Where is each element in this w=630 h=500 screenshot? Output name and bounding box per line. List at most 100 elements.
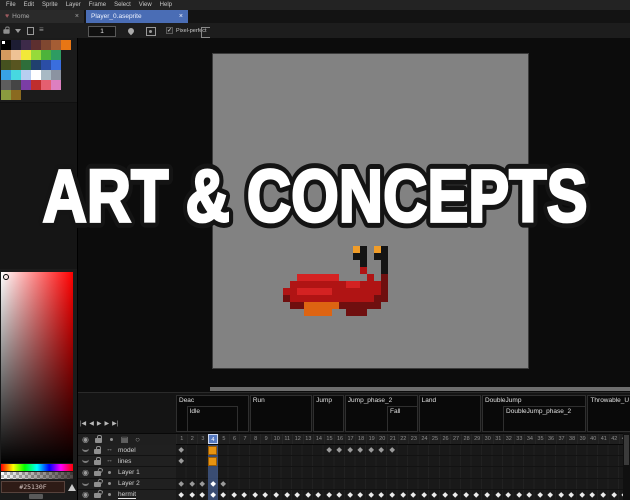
continuous-column-icon[interactable] <box>106 435 117 445</box>
keyframe-dot[interactable] <box>378 447 385 454</box>
palette-swatch[interactable] <box>31 60 41 70</box>
animation-tag-run[interactable]: Run <box>249 395 313 432</box>
menu-item-edit[interactable]: Edit <box>20 0 38 10</box>
frame-number[interactable]: 21 <box>387 434 398 444</box>
timeline-vertical-scrollbar[interactable] <box>623 433 630 500</box>
palette-swatch[interactable] <box>11 60 21 70</box>
palette-swatch[interactable] <box>51 60 61 70</box>
canvas-horizontal-scrollbar[interactable] <box>210 387 630 391</box>
palette-swatch[interactable] <box>1 70 11 80</box>
palette-swatch[interactable] <box>21 60 31 70</box>
palette-swatch[interactable] <box>51 50 61 60</box>
keyframe-dot[interactable] <box>304 491 311 499</box>
color-picker-gradient[interactable] <box>1 272 73 463</box>
palette-swatch[interactable] <box>1 80 11 90</box>
layer-row-model[interactable]: ↔ model <box>78 445 630 457</box>
frame-number[interactable]: 14 <box>313 434 324 444</box>
frame-number[interactable]: 12 <box>292 434 303 444</box>
frame-number[interactable]: 4 <box>207 434 219 444</box>
layer-lock-toggle[interactable] <box>92 467 103 477</box>
frame-number[interactable]: 33 <box>513 434 525 444</box>
palette-swatch[interactable] <box>51 70 61 80</box>
animation-tag-jump[interactable]: Jump <box>313 395 344 432</box>
tab-home[interactable]: ♥ Home × <box>0 10 84 23</box>
ink-value-input[interactable] <box>88 25 116 37</box>
animation-tag-doublejump_phase_2[interactable]: DoubleJump_phase_2 <box>503 406 587 432</box>
frame-number[interactable]: 8 <box>249 434 261 444</box>
frame-number[interactable]: 23 <box>408 434 419 444</box>
animation-tag-throwable_u[interactable]: Throwable_U <box>587 395 630 432</box>
keyframe-dot[interactable] <box>273 491 280 499</box>
keyframe-dot[interactable] <box>441 491 449 499</box>
skip-first-button[interactable]: |◀ <box>80 420 86 428</box>
symmetry-icon[interactable] <box>201 27 210 38</box>
frame-number[interactable]: 27 <box>450 434 461 444</box>
tab-player-close-icon[interactable]: × <box>179 13 183 20</box>
keyframe-dot[interactable] <box>230 491 238 499</box>
keyframe-dot[interactable] <box>452 491 459 499</box>
frame-number[interactable]: 16 <box>334 434 345 444</box>
frame-cells[interactable] <box>176 467 630 479</box>
keyframe-dot[interactable] <box>536 491 543 499</box>
keyframe-dot[interactable] <box>610 491 617 499</box>
tab-home-close-icon[interactable]: × <box>75 13 79 20</box>
ink-drop-icon[interactable] <box>126 26 136 36</box>
hue-slider[interactable] <box>1 464 73 471</box>
palette-sort-icon[interactable] <box>15 29 21 33</box>
lock-column-icon[interactable] <box>93 435 104 445</box>
frame-cells[interactable] <box>176 456 630 468</box>
palette-swatch[interactable] <box>21 40 31 50</box>
keyframe-dot[interactable] <box>346 491 354 499</box>
onion-skin-icon[interactable]: ○ <box>132 435 143 445</box>
next-frame-button[interactable]: ▶ <box>104 420 109 428</box>
layer-link-toggle[interactable]: ↔ <box>104 456 115 466</box>
palette-swatch[interactable] <box>31 50 41 60</box>
keyframe-dot[interactable] <box>336 491 343 499</box>
palette-swatch[interactable] <box>1 60 11 70</box>
scrollbar-thumb[interactable] <box>624 435 629 465</box>
frame-number[interactable]: 1 <box>176 434 187 444</box>
layer-continuous-toggle[interactable] <box>104 490 115 500</box>
keyframe-dot[interactable] <box>220 480 227 487</box>
frame-number[interactable]: 35 <box>534 434 546 444</box>
frame-number[interactable]: 39 <box>576 434 588 444</box>
keyframe-cell-active[interactable] <box>207 456 218 467</box>
alpha-slider[interactable] <box>1 472 73 479</box>
layer-visibility-toggle[interactable] <box>80 445 91 455</box>
frame-number[interactable]: 41 <box>598 434 609 444</box>
palette-swatch[interactable] <box>31 80 41 90</box>
palette-swatch[interactable] <box>41 40 51 50</box>
keyframe-dot[interactable] <box>367 447 375 454</box>
layer-lock-toggle[interactable] <box>92 479 103 489</box>
palette-swatch[interactable] <box>21 50 31 60</box>
frame-number[interactable]: 18 <box>355 434 366 444</box>
frame-number[interactable]: 10 <box>270 434 282 444</box>
palette-swatch[interactable] <box>11 70 21 80</box>
palette-presets-icon[interactable] <box>27 27 34 35</box>
keyframe-dot[interactable] <box>188 480 195 487</box>
palette-swatch[interactable] <box>31 70 41 80</box>
keyframe-dot[interactable] <box>346 447 354 454</box>
layers-menu-icon[interactable]: ▤ <box>119 435 130 445</box>
frame-number[interactable]: 34 <box>524 434 535 444</box>
keyframe-dot[interactable] <box>547 491 554 499</box>
keyframe-dot[interactable] <box>389 447 396 454</box>
frame-number[interactable]: 6 <box>228 434 240 444</box>
keyframe-dot[interactable] <box>325 491 332 499</box>
keyframe-dot[interactable] <box>336 447 343 454</box>
keyframe-dot[interactable] <box>199 480 206 487</box>
frame-number[interactable]: 38 <box>566 434 577 444</box>
menu-item-layer[interactable]: Layer <box>62 0 85 10</box>
palette-swatch[interactable] <box>61 40 71 50</box>
layer-continuous-toggle[interactable] <box>104 479 115 489</box>
menu-item-view[interactable]: View <box>135 0 156 10</box>
layer-continuous-toggle[interactable] <box>104 467 115 477</box>
layer-row-layer-1[interactable]: ◉ Layer 1 <box>78 467 630 479</box>
frame-number[interactable]: 32 <box>503 434 514 444</box>
hex-color-input[interactable]: #25130F <box>1 481 65 493</box>
keyframe-dot[interactable] <box>251 491 259 499</box>
layer-visibility-toggle[interactable] <box>80 479 91 489</box>
palette-options-icon[interactable]: ≡ <box>39 26 44 34</box>
menu-item-frame[interactable]: Frame <box>85 0 110 10</box>
layer-link-toggle[interactable]: ↔ <box>104 445 115 455</box>
